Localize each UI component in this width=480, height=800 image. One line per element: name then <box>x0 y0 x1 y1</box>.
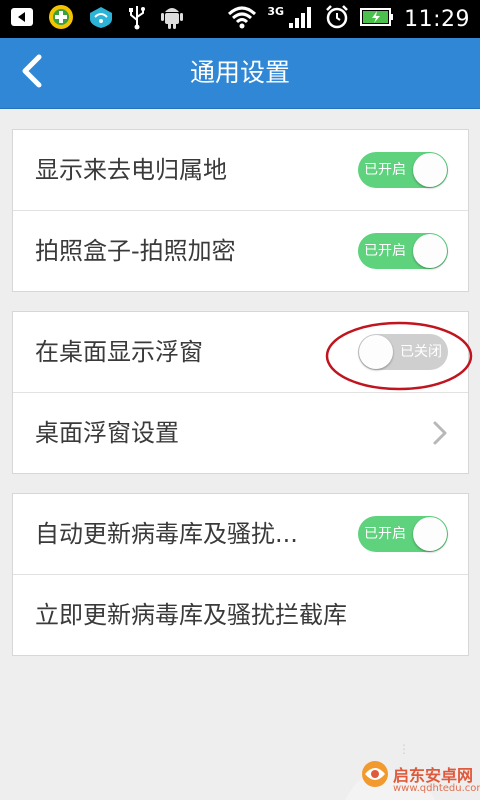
settings-group-general: 显示来去电归属地 已开启 拍照盒子-拍照加密 已开启 <box>12 129 469 292</box>
photo-encrypt-toggle[interactable]: 已开启 <box>358 233 448 269</box>
setting-row-float-settings[interactable]: 桌面浮窗设置 <box>13 392 468 473</box>
wifi-icon <box>227 5 257 33</box>
alarm-icon <box>324 4 350 34</box>
title-bar: 通用设置 <box>0 38 480 109</box>
setting-row-desktop-float[interactable]: 在桌面显示浮窗 已关闭 <box>13 312 468 392</box>
setting-row-photo-encrypt[interactable]: 拍照盒子-拍照加密 已开启 <box>13 210 468 291</box>
page-title: 通用设置 <box>189 58 290 87</box>
back-arrow-icon <box>10 6 34 32</box>
settings-group-floating-window: 在桌面显示浮窗 已关闭 桌面浮窗设置 <box>12 311 469 474</box>
toggle-state-text: 已关闭 <box>400 344 442 360</box>
desktop-float-toggle[interactable]: 已关闭 <box>358 334 448 370</box>
watermark-url: www.qdhtedu.com <box>393 783 480 794</box>
signal-icon <box>288 5 314 33</box>
toggle-knob <box>359 335 393 369</box>
network-type-label: 3G <box>267 5 285 18</box>
360-shield-icon <box>48 4 74 34</box>
toggle-knob <box>413 234 447 268</box>
toggle-state-text: 已开启 <box>364 162 406 178</box>
toggle-state-text: 已开启 <box>364 526 406 542</box>
setting-label: 桌面浮窗设置 <box>35 419 179 447</box>
android-icon <box>160 4 184 34</box>
caller-location-toggle[interactable]: 已开启 <box>358 152 448 188</box>
setting-label: 立即更新病毒库及骚扰拦截库 <box>35 601 347 629</box>
chevron-right-icon <box>432 420 448 450</box>
status-bar: 3G 11:29 <box>0 0 480 38</box>
toggle-knob <box>413 153 447 187</box>
setting-row-caller-location[interactable]: 显示来去电归属地 已开启 <box>13 130 468 210</box>
usb-icon <box>128 4 146 34</box>
watermark-dots: ⋮ <box>398 742 410 756</box>
toggle-state-text: 已开启 <box>364 243 406 259</box>
settings-group-virus-db: 自动更新病毒库及骚扰... 已开启 立即更新病毒库及骚扰拦截库 <box>12 493 469 656</box>
clock-time: 11:29 <box>404 6 470 32</box>
auto-update-toggle[interactable]: 已开启 <box>358 516 448 552</box>
wifi-lock-icon <box>88 5 114 33</box>
toggle-knob <box>413 517 447 551</box>
setting-row-auto-update[interactable]: 自动更新病毒库及骚扰... 已开启 <box>13 494 468 574</box>
setting-label: 自动更新病毒库及骚扰... <box>35 520 298 548</box>
setting-label: 在桌面显示浮窗 <box>35 338 203 366</box>
setting-label: 显示来去电归属地 <box>35 156 227 184</box>
battery-charging-icon <box>360 7 394 31</box>
setting-label: 拍照盒子-拍照加密 <box>35 237 236 265</box>
setting-row-update-now[interactable]: 立即更新病毒库及骚扰拦截库 <box>13 574 468 655</box>
